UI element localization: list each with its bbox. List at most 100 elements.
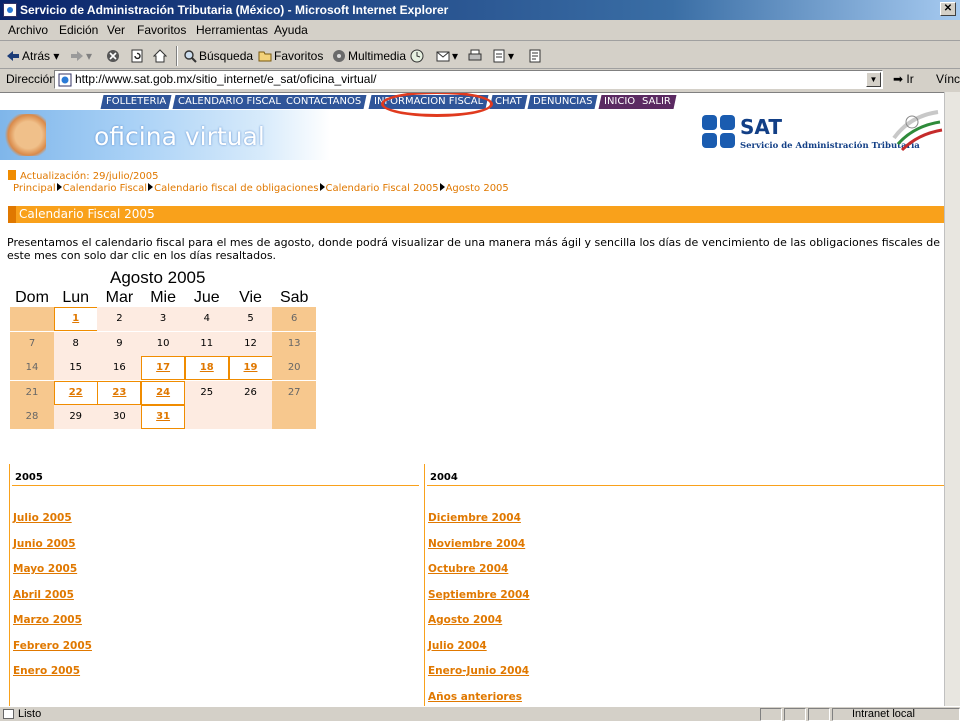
archive-link[interactable]: Noviembre 2004: [428, 538, 525, 550]
mail-icon: [436, 51, 450, 62]
breadcrumb-calendario[interactable]: Calendario Fiscal: [63, 183, 147, 194]
back-button[interactable]: Atrás ▾: [6, 47, 59, 65]
back-arrow-icon: [7, 51, 19, 61]
section-header: Calendario Fiscal 2005: [8, 206, 944, 223]
home-button[interactable]: [153, 47, 169, 65]
forward-button[interactable]: ▾: [70, 47, 92, 65]
discuss-button[interactable]: [528, 47, 544, 65]
archive-link[interactable]: Años anteriores: [428, 691, 522, 703]
links-label[interactable]: Vínculos: [936, 72, 960, 86]
archive-link[interactable]: Junio 2005: [13, 538, 76, 550]
calendar-day: 11: [184, 331, 229, 356]
refresh-button[interactable]: [130, 47, 146, 65]
calendar-day-link[interactable]: 23: [97, 380, 142, 405]
archive-link[interactable]: Enero-Junio 2004: [428, 665, 529, 677]
history-icon: [410, 49, 424, 63]
archive-link[interactable]: Marzo 2005: [13, 614, 82, 626]
status-text: Listo: [18, 708, 42, 720]
favorites-button[interactable]: Favoritos: [258, 47, 323, 65]
archive-link[interactable]: Septiembre 2004: [428, 589, 530, 601]
sat-squares-icon: [702, 115, 736, 149]
calendar-day: 30: [97, 405, 142, 429]
calendar-day-link[interactable]: 31: [141, 405, 186, 429]
calendar-day: 28: [10, 405, 54, 429]
oficina-virtual-banner: oficina virtual: [0, 110, 330, 160]
calendar-day-link[interactable]: 18: [184, 356, 229, 380]
edit-button[interactable]: ▾: [492, 47, 514, 65]
archive-link[interactable]: Agosto 2004: [428, 614, 502, 626]
calendar-day: 13: [272, 331, 317, 356]
calendar-day-link[interactable]: 1: [53, 307, 98, 331]
close-button[interactable]: ✕: [940, 2, 956, 16]
breadcrumb-calendario-2005[interactable]: Calendario Fiscal 2005: [326, 183, 439, 194]
archive-link[interactable]: Abril 2005: [13, 589, 74, 601]
calendar-dayname: Sab: [279, 289, 309, 306]
archive-link[interactable]: Diciembre 2004: [428, 512, 521, 524]
menu-archivo[interactable]: Archivo: [8, 23, 48, 37]
vertical-scrollbar[interactable]: [944, 92, 960, 706]
ie-icon: [3, 3, 17, 17]
menu-ver[interactable]: Ver: [107, 23, 125, 37]
nav-calendario-fiscal[interactable]: CALENDARIO FISCAL: [172, 95, 287, 109]
breadcrumb-arrow-icon: [439, 183, 445, 191]
calendar-day: 9: [97, 331, 142, 356]
calendar-dayname: Mie: [150, 289, 176, 306]
favorites-folder-icon: [258, 51, 272, 62]
calendar-day-link[interactable]: 24: [141, 380, 186, 405]
search-icon: [184, 50, 197, 63]
nav-chat[interactable]: CHAT: [489, 95, 528, 109]
year-heading-2004: 2004: [430, 472, 458, 483]
go-button[interactable]: ➡ Ir: [893, 72, 914, 86]
nav-contactanos[interactable]: CONTACTANOS: [280, 95, 367, 109]
page-status-icon: [3, 709, 14, 719]
menu-bar: Archivo Edición Ver Favoritos Herramient…: [0, 20, 960, 41]
calendar-day: 8: [53, 331, 98, 356]
calendar-day: 21: [10, 380, 54, 405]
status-panel: [784, 708, 806, 721]
archive-link[interactable]: Febrero 2005: [13, 640, 92, 652]
nav-inicio[interactable]: INICIO: [598, 95, 641, 109]
calendar-day: 4: [184, 307, 229, 331]
search-button[interactable]: Búsqueda: [183, 47, 253, 65]
calendar-day-link[interactable]: 17: [141, 356, 186, 380]
archive-link[interactable]: Julio 2004: [428, 640, 487, 652]
menu-ayuda[interactable]: Ayuda: [274, 23, 308, 37]
address-input[interactable]: http://www.sat.gob.mx/sitio_internet/e_s…: [54, 70, 883, 89]
archive-link[interactable]: Enero 2005: [13, 665, 80, 677]
sat-logo: SAT Servicio de Administración Tributari…: [702, 115, 920, 155]
nav-folleteria[interactable]: FOLLETERIA: [100, 95, 172, 109]
history-button[interactable]: [410, 47, 426, 65]
archive-link[interactable]: Octubre 2004: [428, 563, 508, 575]
nav-salir[interactable]: SALIR: [636, 95, 677, 109]
menu-edicion[interactable]: Edición: [59, 23, 98, 37]
calendar-day: 16: [97, 356, 142, 380]
mail-button[interactable]: ▾: [436, 47, 458, 65]
calendar-day: 2: [97, 307, 142, 331]
calendar-day-link[interactable]: 19: [228, 356, 273, 380]
calendar-day: 14: [10, 356, 54, 380]
nav-denuncias[interactable]: DENUNCIAS: [527, 95, 598, 109]
menu-herramientas[interactable]: Herramientas: [196, 23, 268, 37]
status-bar: Listo Intranet local: [0, 706, 960, 721]
banner-title: oficina virtual: [94, 122, 265, 151]
menu-favoritos[interactable]: Favoritos: [137, 23, 186, 37]
address-dropdown-button[interactable]: ▼: [866, 72, 881, 87]
section-title: Calendario Fiscal 2005: [19, 207, 155, 221]
archive-link[interactable]: Julio 2005: [13, 512, 72, 524]
address-bar: Dirección http://www.sat.gob.mx/sitio_in…: [0, 69, 960, 91]
sat-wordmark: SAT: [740, 115, 782, 139]
calendar-day: [184, 405, 229, 429]
breadcrumb-obligaciones[interactable]: Calendario fiscal de obligaciones: [154, 183, 318, 194]
calendar-day-link[interactable]: 22: [53, 380, 98, 405]
title-bar: Servicio de Administración Tributaria (M…: [0, 0, 960, 20]
stop-button[interactable]: [106, 47, 122, 65]
breadcrumb-principal[interactable]: Principal: [13, 183, 56, 194]
year-heading-2005: 2005: [15, 472, 43, 483]
address-url: http://www.sat.gob.mx/sitio_internet/e_s…: [75, 72, 377, 86]
year-rule-2005: [12, 485, 419, 486]
media-button[interactable]: Multimedia: [332, 47, 406, 65]
breadcrumb-arrow-icon: [148, 183, 154, 191]
print-button[interactable]: [468, 47, 484, 65]
calendar-day: 15: [53, 356, 98, 380]
archive-link[interactable]: Mayo 2005: [13, 563, 77, 575]
